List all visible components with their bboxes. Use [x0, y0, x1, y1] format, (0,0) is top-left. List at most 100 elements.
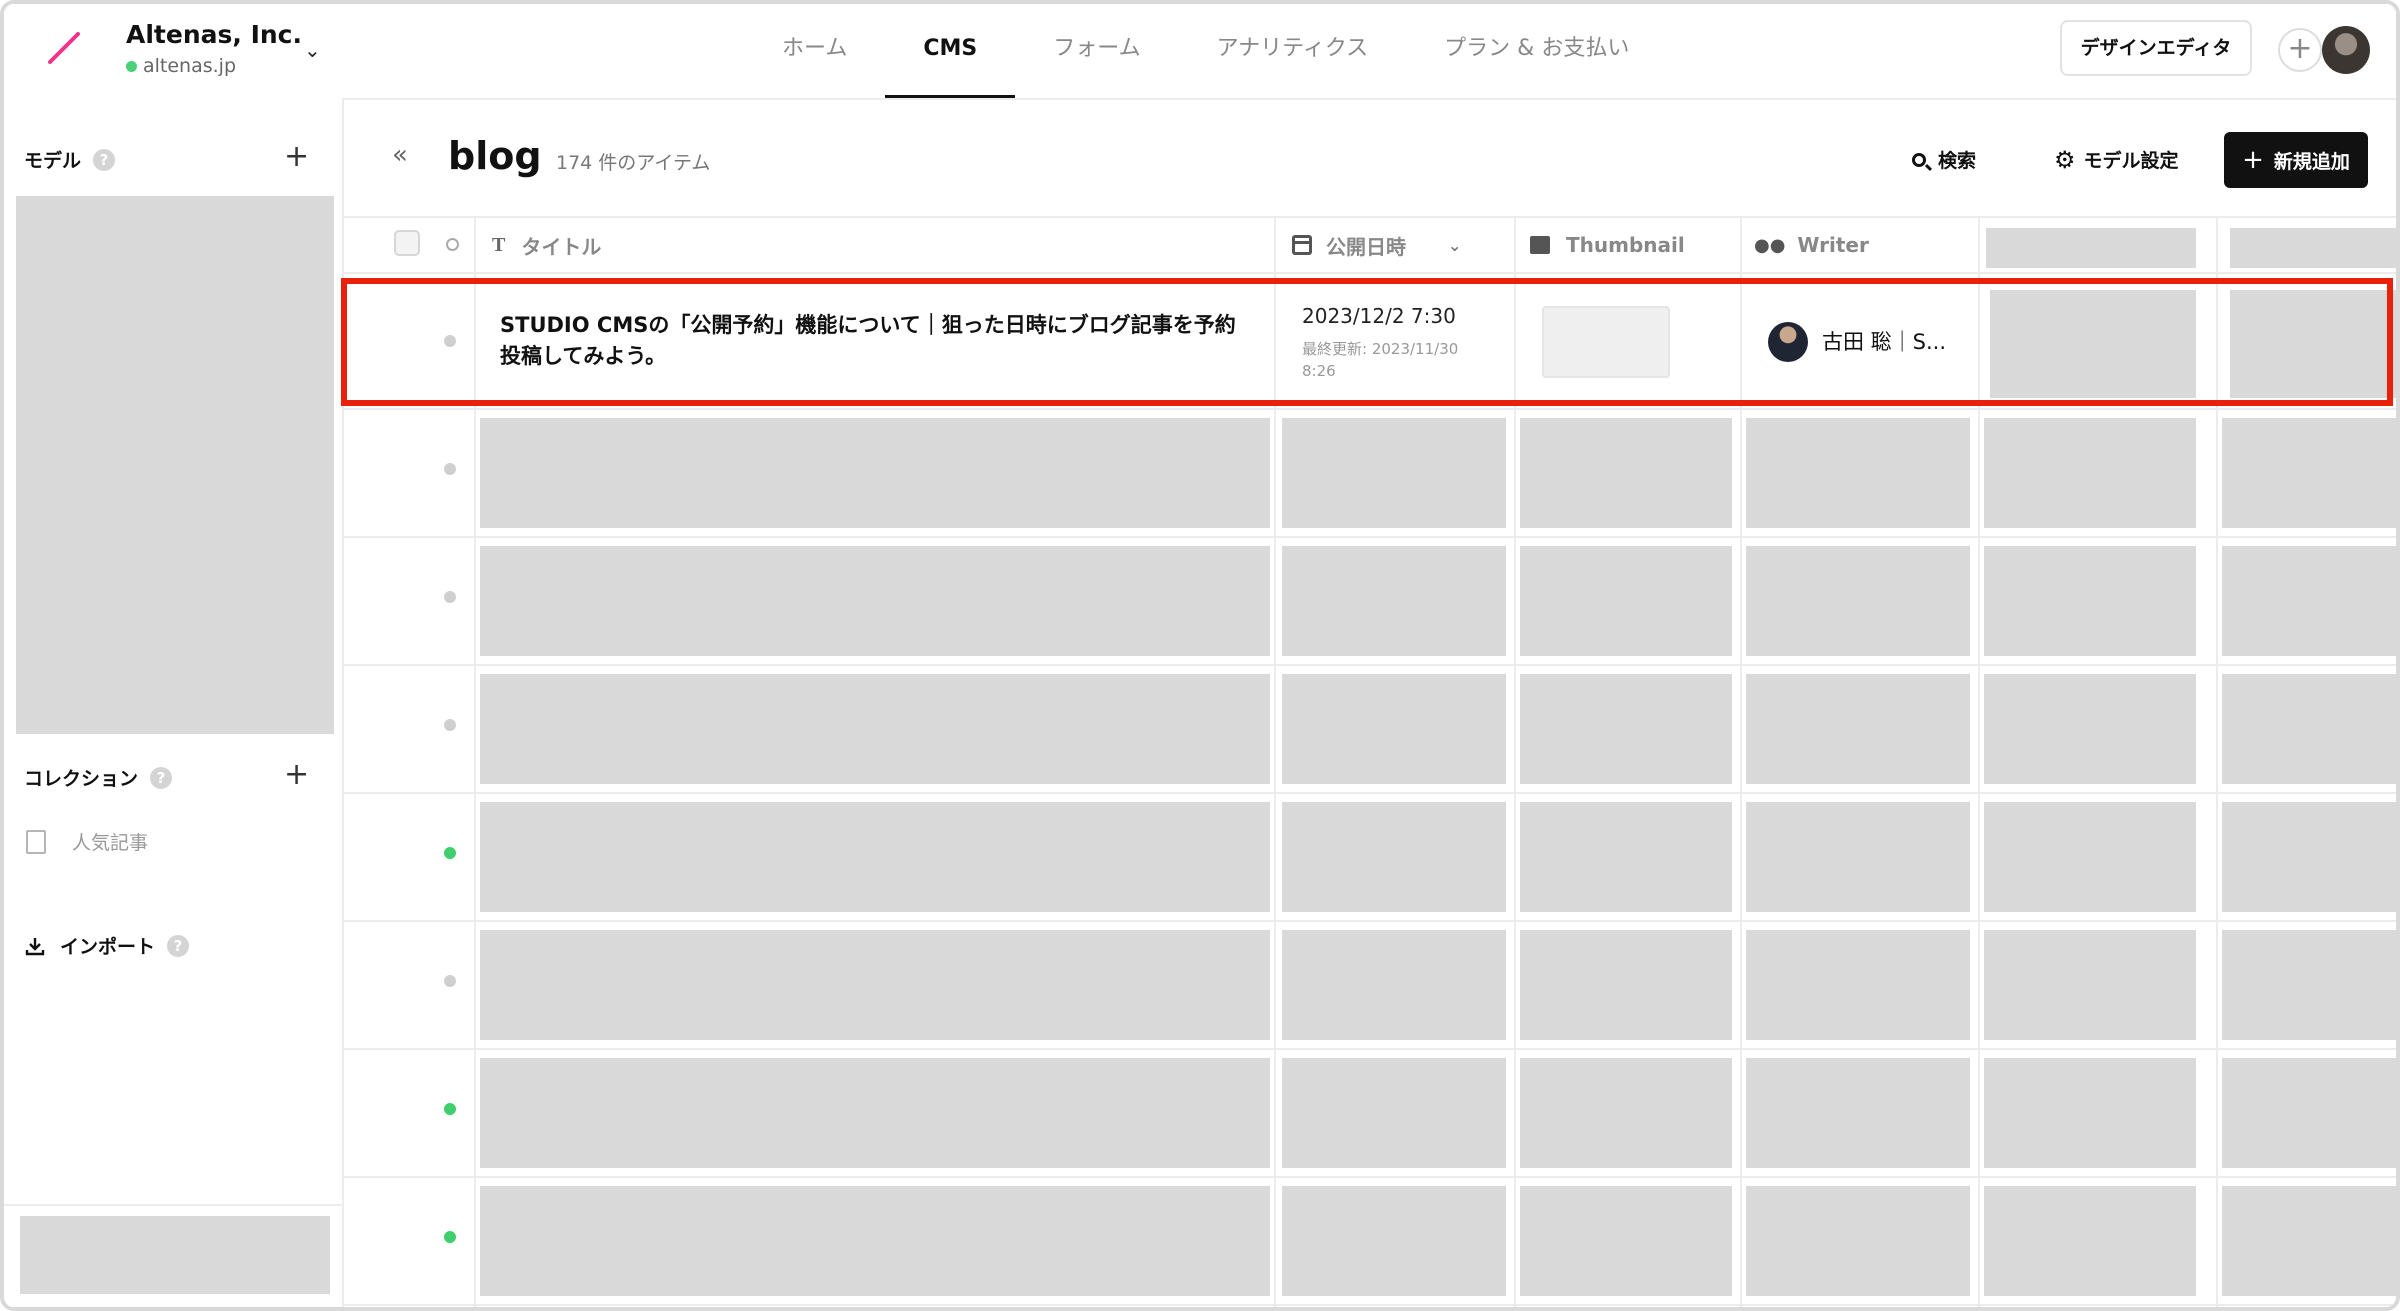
- cell-placeholder: [2222, 418, 2396, 528]
- import-label: インポート: [60, 936, 156, 958]
- tab-forms[interactable]: フォーム: [1015, 4, 1178, 98]
- sidebar-item-label: 人気記事: [72, 832, 149, 854]
- cell-placeholder: [480, 418, 1270, 528]
- cell-placeholder: [1746, 674, 1970, 784]
- table-row[interactable]: [344, 536, 2396, 666]
- models-label: モデル: [24, 150, 82, 172]
- collections-section-header: コレクション ?: [24, 764, 173, 791]
- collapse-left-icon[interactable]: «: [392, 140, 408, 170]
- help-icon[interactable]: ?: [93, 148, 116, 171]
- cell-placeholder: [480, 674, 1270, 784]
- table-row[interactable]: [344, 920, 2396, 1050]
- cell-placeholder: [1520, 674, 1732, 784]
- table-row[interactable]: [344, 792, 2396, 922]
- column-header-thumbnail[interactable]: Thumbnail: [1530, 218, 1685, 272]
- tab-cms[interactable]: CMS: [885, 4, 1016, 98]
- cell-placeholder: [1746, 1058, 1970, 1168]
- cell-placeholder: [1520, 1186, 1732, 1296]
- org-url-text: altenas.jp: [143, 55, 237, 77]
- column-header-label: 公開日時: [1326, 234, 1406, 259]
- models-section-header: モデル ?: [24, 146, 116, 173]
- plus-icon: +: [2242, 145, 2264, 175]
- chevron-down-icon[interactable]: ⌄: [1448, 236, 1461, 255]
- help-icon[interactable]: ?: [150, 766, 173, 789]
- org-url: altenas.jp: [126, 55, 302, 77]
- image-icon: [1530, 236, 1550, 254]
- cell-placeholder: [2222, 674, 2396, 784]
- cell-placeholder: [1984, 1186, 2196, 1296]
- cell-placeholder: [1984, 930, 2196, 1040]
- gear-icon: ⚙: [2054, 145, 2076, 174]
- cell-placeholder: [1746, 802, 1970, 912]
- people-icon: ●●: [1754, 234, 1786, 256]
- model-settings-label: モデル設定: [2083, 150, 2179, 172]
- chevron-down-icon[interactable]: ⌄: [304, 38, 321, 62]
- plus-icon[interactable]: +: [2278, 28, 2322, 72]
- cell-placeholder: [1746, 930, 1970, 1040]
- design-editor-button[interactable]: デザインエディタ: [2060, 20, 2252, 76]
- cell-placeholder: [2222, 546, 2396, 656]
- cell-placeholder: [1520, 930, 1732, 1040]
- cell-placeholder: [480, 1058, 1270, 1168]
- column-header-label: タイトル: [521, 234, 602, 259]
- org-switcher[interactable]: Altenas, Inc. altenas.jp: [126, 20, 302, 77]
- tab-analytics[interactable]: アナリティクス: [1179, 4, 1407, 98]
- cell-placeholder: [480, 930, 1270, 1040]
- divider: [4, 1204, 342, 1206]
- cell-placeholder: [1520, 1058, 1732, 1168]
- add-model-button[interactable]: +: [284, 142, 309, 172]
- cell-placeholder: [1282, 546, 1506, 656]
- add-new-button[interactable]: + 新規追加: [2224, 132, 2368, 188]
- cell-placeholder: [1282, 802, 1506, 912]
- cell-placeholder: [1746, 1186, 1970, 1296]
- status-dot: [444, 591, 456, 603]
- table-row[interactable]: [344, 408, 2396, 538]
- model-list-placeholder: [16, 196, 334, 734]
- tab-home[interactable]: ホーム: [744, 4, 885, 98]
- cell-placeholder: [2222, 930, 2396, 1040]
- model-settings-button[interactable]: ⚙ モデル設定: [2054, 146, 2179, 173]
- search-button[interactable]: 検索: [1912, 146, 1976, 173]
- page-title: blog: [448, 134, 542, 178]
- cell-placeholder: [2222, 1058, 2396, 1168]
- avatar[interactable]: [2322, 26, 2370, 74]
- table-row[interactable]: [344, 664, 2396, 794]
- search-icon: [1912, 152, 1926, 167]
- cell-placeholder: [1282, 674, 1506, 784]
- cell-placeholder: [1984, 674, 2196, 784]
- column-header-label: Writer: [1797, 233, 1869, 257]
- top-bar: Altenas, Inc. altenas.jp ⌄ ホーム CMS フォーム …: [4, 4, 2396, 100]
- cell-placeholder: [1746, 418, 1970, 528]
- logo-slash-icon[interactable]: [44, 28, 84, 68]
- cell-placeholder: [1984, 1058, 2196, 1168]
- status-dot: [444, 719, 456, 731]
- column-header-writer[interactable]: ●● Writer: [1754, 218, 1869, 272]
- calendar-icon: [1292, 235, 1312, 255]
- main-content: « blog 174 件のアイテム 検索 ⚙ モデル設定 + 新規追加 T タイ…: [341, 98, 2396, 1307]
- table-row[interactable]: [344, 1048, 2396, 1178]
- cell-placeholder: [1520, 546, 1732, 656]
- cell-placeholder: [1984, 546, 2196, 656]
- help-icon[interactable]: ?: [167, 934, 190, 957]
- main-nav: ホーム CMS フォーム アナリティクス プラン & お支払い: [744, 4, 1667, 98]
- column-header-publish-date[interactable]: 公開日時 ⌄: [1292, 218, 1461, 272]
- import-button[interactable]: インポート ?: [24, 932, 190, 959]
- cell-placeholder: [1282, 1186, 1506, 1296]
- sidebar-footer-placeholder: [20, 1216, 330, 1294]
- select-all-checkbox[interactable]: [394, 230, 420, 256]
- tab-billing[interactable]: プラン & お支払い: [1406, 4, 1667, 98]
- column-header-label: Thumbnail: [1566, 233, 1685, 257]
- table-row[interactable]: [344, 1176, 2396, 1306]
- column-header-title[interactable]: T タイトル: [492, 218, 601, 272]
- sidebar: モデル ? + コレクション ? + 人気記事 インポート ?: [4, 98, 344, 1307]
- status-dot: [444, 1231, 456, 1243]
- search-label: 検索: [1938, 150, 1977, 172]
- cell-placeholder: [1984, 802, 2196, 912]
- status-dot: [444, 975, 456, 987]
- add-collection-button[interactable]: +: [284, 760, 309, 790]
- status-dot: [444, 1103, 456, 1115]
- cell-placeholder: [480, 546, 1270, 656]
- sidebar-item-popular-articles[interactable]: 人気記事: [26, 828, 148, 855]
- cell-placeholder: [480, 1186, 1270, 1296]
- column-header-placeholder: [1986, 228, 2196, 268]
